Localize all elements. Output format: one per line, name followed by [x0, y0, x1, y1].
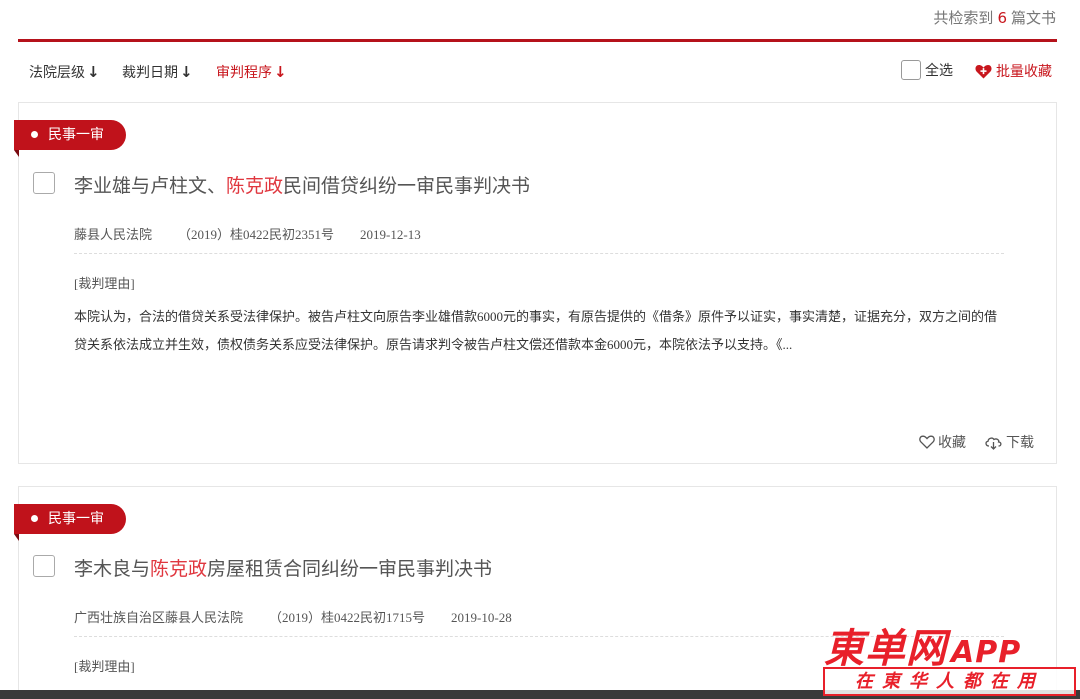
- sort-court-level[interactable]: 法院层级 ↓: [29, 62, 100, 82]
- result-checkbox[interactable]: [33, 172, 55, 194]
- sort-bar: 法院层级 ↓ 裁判日期 ↓ 审判程序 ↓ 全选 批量收藏: [0, 58, 1080, 88]
- reason-label: [裁判理由]: [74, 659, 135, 674]
- case-type-label: 民事一审: [48, 127, 104, 143]
- result-count: 共检索到 6 篇文书: [933, 7, 1056, 28]
- case-number: （2019）桂0422民初2351号: [178, 227, 335, 242]
- watermark-slogan: 在東华人都在用: [823, 667, 1076, 696]
- sort-court-level-label: 法院层级: [29, 65, 85, 81]
- sort-down-icon: ↓: [274, 63, 287, 81]
- result-count-suffix: 篇文书: [1010, 9, 1056, 27]
- heart-outline-icon: [919, 435, 935, 449]
- result-checkbox[interactable]: [33, 555, 55, 577]
- watermark-brand: 東单网 APP: [824, 616, 1021, 674]
- sort-down-icon: ↓: [180, 63, 193, 81]
- result-card: 民事一审 李业雄与卢柱文、陈克政民间借贷纠纷一审民事判决书 藤县人民法院 （201…: [14, 102, 1057, 464]
- judgment-date: 2019-10-28: [451, 610, 512, 625]
- result-title-link[interactable]: 李木良与陈克政房屋租赁合同纠纷一审民事判决书: [74, 554, 492, 581]
- case-type-tag: 民事一审: [14, 120, 126, 157]
- sort-procedure[interactable]: 审判程序 ↓: [216, 62, 287, 82]
- reason-text: 本院认为，合法的借贷关系受法律保护。被告卢柱文向原告李业雄借款6000元的事实，…: [74, 309, 998, 352]
- reason-label: [裁判理由]: [74, 276, 135, 291]
- tag-dot-icon: [31, 514, 38, 522]
- result-count-number: 6: [997, 9, 1007, 27]
- title-part: 李业雄与卢柱文、: [74, 175, 227, 197]
- title-part: 李木良与: [74, 558, 151, 580]
- judgment-date: 2019-12-13: [360, 227, 421, 242]
- title-highlight: 陈克政: [226, 175, 284, 197]
- case-type-label: 民事一审: [48, 511, 104, 527]
- result-title-link[interactable]: 李业雄与卢柱文、陈克政民间借贷纠纷一审民事判决书: [74, 171, 530, 198]
- result-header: 共检索到 6 篇文书: [0, 0, 1080, 42]
- result-actions: 收藏 下载: [901, 432, 1034, 452]
- case-number: （2019）桂0422民初1715号: [269, 610, 426, 625]
- cloud-download-icon: [985, 436, 1002, 450]
- header-divider: [18, 39, 1057, 42]
- select-all-checkbox[interactable]: [901, 60, 921, 80]
- batch-favorite-label: 批量收藏: [996, 64, 1052, 80]
- watermark-logo: 東单网 APP 在東华人都在用: [820, 616, 1080, 699]
- watermark-brand-text: 東单网: [824, 626, 947, 672]
- court-name: 广西壮族自治区藤县人民法院: [74, 610, 244, 625]
- sort-judge-date[interactable]: 裁判日期 ↓: [122, 62, 193, 82]
- result-count-prefix: 共检索到: [933, 9, 994, 27]
- sort-procedure-label: 审判程序: [216, 65, 272, 81]
- result-meta: 藤县人民法院 （2019）桂0422民初2351号 2019-12-13: [74, 224, 1004, 254]
- select-all-label: 全选: [925, 63, 953, 79]
- watermark-app-text: APP: [951, 635, 1022, 670]
- tag-dot-icon: [31, 130, 38, 138]
- batch-favorite-button[interactable]: 批量收藏: [975, 61, 1052, 81]
- title-part: 民间借贷纠纷一审民事判决书: [283, 175, 531, 197]
- case-type-tag: 民事一审: [14, 504, 126, 541]
- heart-plus-icon: [975, 64, 992, 78]
- favorite-label: 收藏: [938, 435, 966, 451]
- court-name: 藤县人民法院: [74, 227, 153, 242]
- download-label: 下载: [1006, 435, 1034, 451]
- select-all[interactable]: 全选: [901, 60, 953, 80]
- sort-down-icon: ↓: [87, 63, 100, 81]
- favorite-button[interactable]: 收藏: [919, 432, 966, 452]
- title-part: 房屋租赁合同纠纷一审民事判决书: [207, 558, 493, 580]
- title-highlight: 陈克政: [150, 558, 208, 580]
- sort-judge-date-label: 裁判日期: [122, 65, 178, 81]
- download-button[interactable]: 下载: [984, 432, 1034, 452]
